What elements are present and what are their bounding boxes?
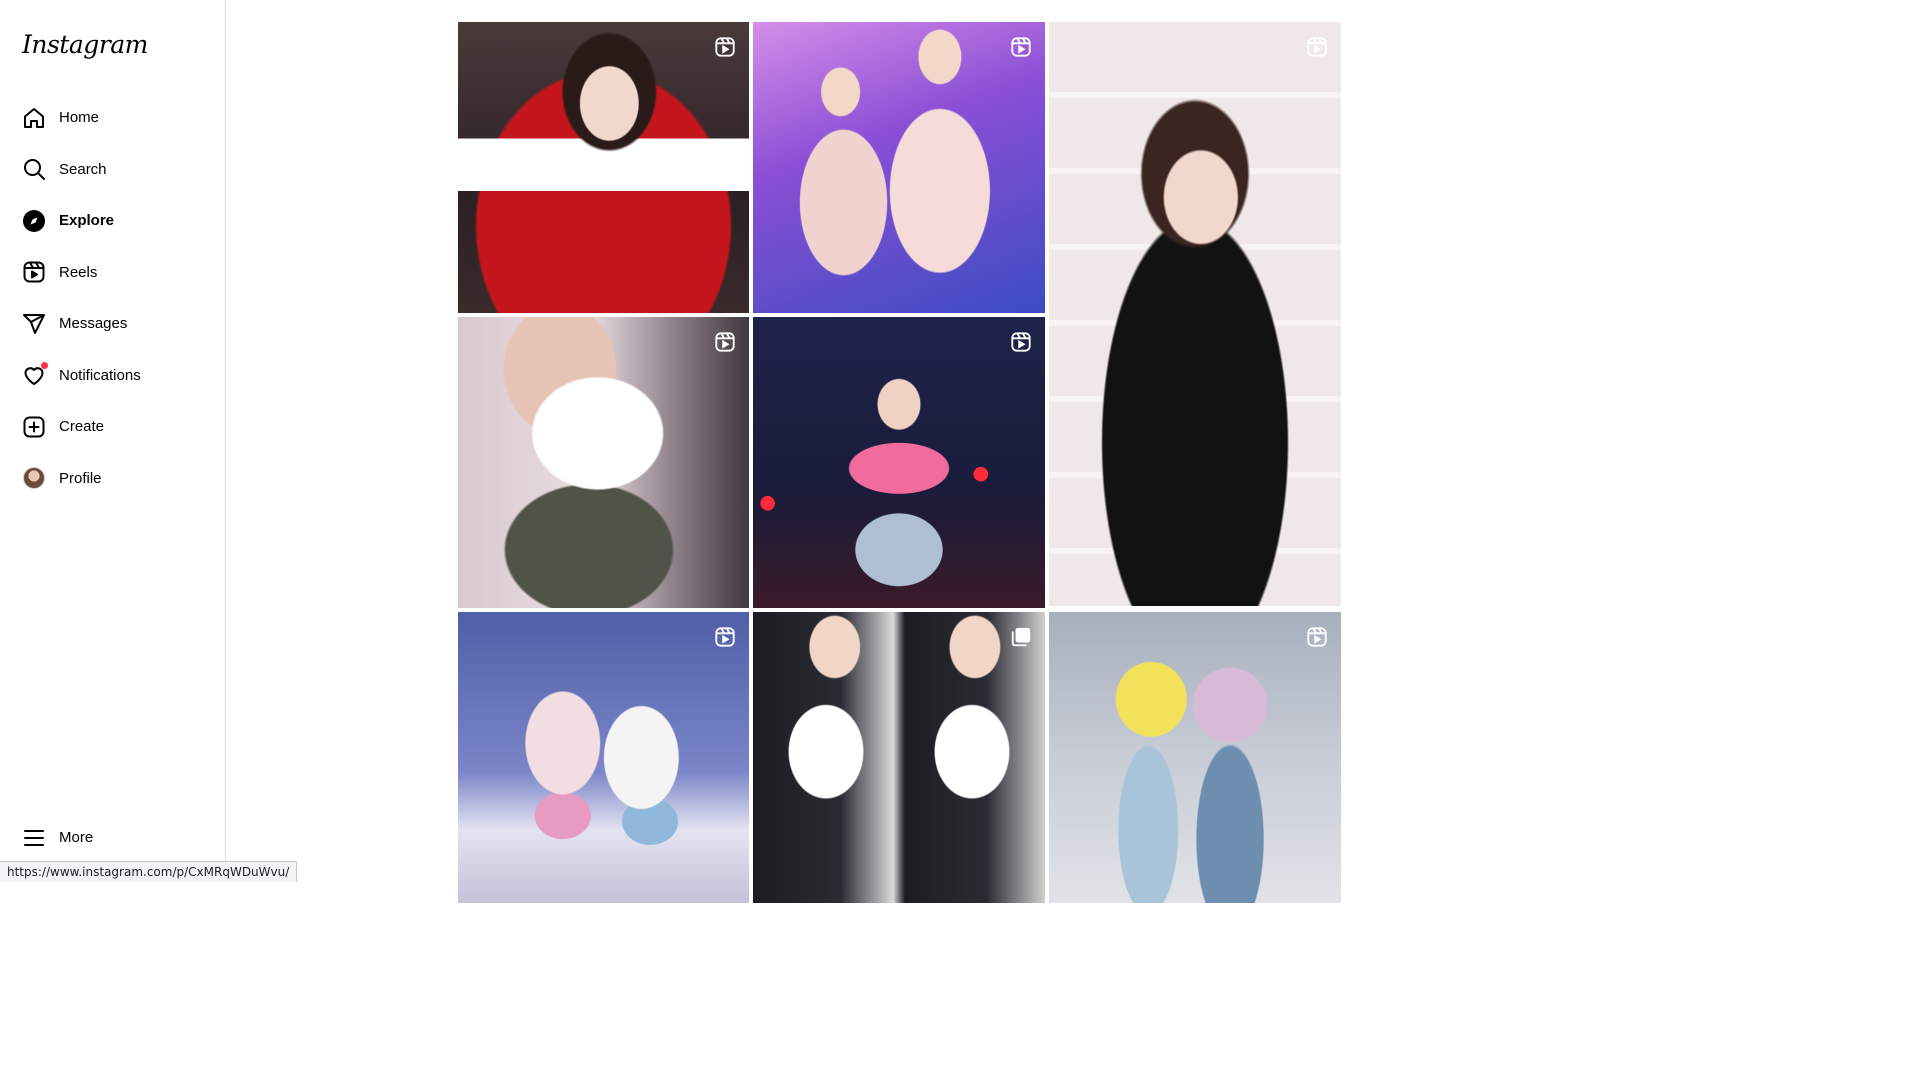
avatar [23,467,45,490]
explore-tile[interactable] [753,612,1045,903]
instagram-logo[interactable]: Instagram [22,30,148,59]
explore-tile[interactable] [753,22,1045,313]
sidebar-item-profile[interactable]: Profile [12,453,212,505]
explore-tile[interactable] [753,317,1045,608]
reel-badge-icon [1307,627,1327,647]
sidebar-item-search[interactable]: Search [12,144,212,196]
home-icon [22,106,46,130]
reel-badge-icon [1307,37,1327,57]
reel-badge-icon [715,37,735,57]
explore-tile[interactable] [458,612,749,903]
carousel-badge-icon [1011,627,1031,647]
sidebar-item-label: Notifications [59,366,141,384]
explore-tile[interactable] [1049,22,1341,606]
plus-square-icon [22,415,46,439]
sidebar-item-messages[interactable]: Messages [12,298,212,350]
sidebar: Instagram Home Search Explore Reels Mess… [0,0,226,882]
sidebar-item-label: Home [59,109,100,127]
sidebar-nav: Home Search Explore Reels Messages Notif… [12,92,212,504]
sidebar-item-label: Create [59,418,105,436]
explore-compass-icon [22,209,46,233]
explore-tile[interactable] [1049,612,1341,903]
reel-badge-icon [715,332,735,352]
sidebar-item-explore[interactable]: Explore [12,195,212,247]
search-icon [22,157,46,181]
status-bar-url: https://www.instagram.com/p/CxMRqWDuWvu/ [0,861,298,882]
reel-badge-icon [1011,37,1031,57]
sidebar-item-label: More [59,829,94,847]
sidebar-item-label: Messages [59,315,128,333]
explore-tile[interactable] [458,317,749,608]
sidebar-item-create[interactable]: Create [12,401,212,453]
sidebar-item-reels[interactable]: Reels [12,247,212,299]
hamburger-menu-icon [22,826,46,850]
notification-dot [41,362,48,370]
reel-badge-icon [715,627,735,647]
sidebar-item-label: Search [59,160,107,178]
explore-tile[interactable] [458,22,749,313]
reel-badge-icon [1011,332,1031,352]
sidebar-item-notifications[interactable]: Notifications [12,350,212,402]
sidebar-item-more[interactable]: More [12,812,212,864]
profile-avatar-icon [22,466,46,490]
heart-icon [22,362,48,387]
more-menu: More [12,812,212,864]
reels-icon [22,260,46,284]
messages-paper-plane-icon [22,312,46,336]
explore-grid [458,22,1341,903]
sidebar-item-label: Reels [59,263,98,281]
sidebar-item-label: Profile [59,469,102,487]
sidebar-item-home[interactable]: Home [12,92,212,144]
sidebar-item-label: Explore [59,212,115,230]
